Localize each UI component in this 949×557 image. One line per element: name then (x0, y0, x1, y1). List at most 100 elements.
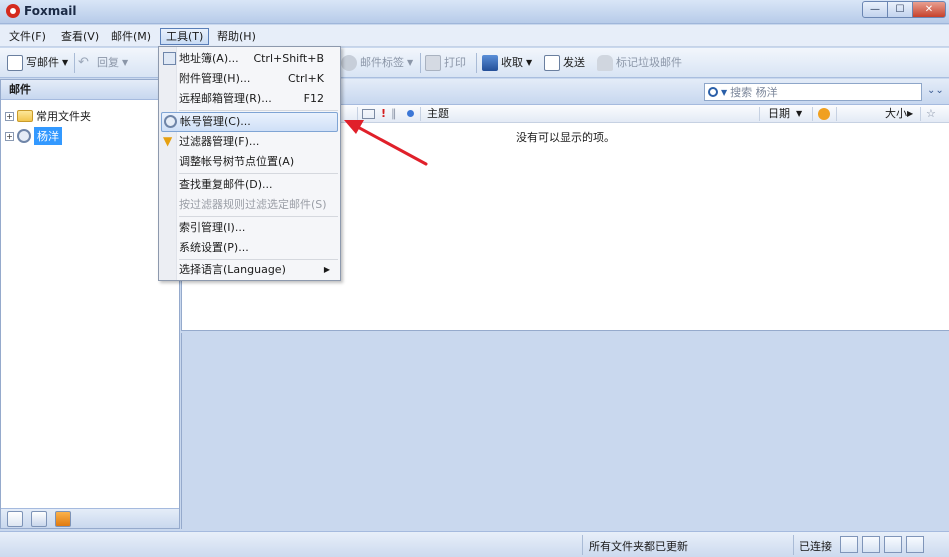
expand-icon[interactable]: + (5, 111, 14, 121)
layout-wide-icon[interactable] (884, 536, 902, 553)
menu-select-language[interactable]: 选择语言(Language) ▶ (161, 260, 338, 280)
menu-item-shortcut: Ctrl+Shift+B (253, 52, 324, 65)
junk-label: 标记垃圾邮件 (616, 56, 682, 69)
menu-item-label: 地址簿(A)... (179, 52, 239, 65)
print-label: 打印 (444, 56, 466, 69)
address-book-icon (163, 52, 176, 65)
tree-item-account[interactable]: + 杨洋 (5, 127, 62, 145)
toolbar-separator (476, 53, 477, 73)
reply-button[interactable]: ↶ 回复 ▼ (78, 54, 128, 72)
menu-item-label: 附件管理(H)... (179, 72, 251, 85)
tools-dropdown-menu: 地址簿(A)... Ctrl+Shift+B 附件管理(H)... Ctrl+K… (158, 46, 341, 281)
menu-help[interactable]: 帮助(H) (212, 28, 261, 45)
tree-item-common-folders[interactable]: + 常用文件夹 (5, 107, 91, 125)
tree-item-label: 常用文件夹 (36, 110, 91, 123)
folder-pane: 邮件 + 常用文件夹 + 杨洋 (0, 79, 180, 529)
tag-button[interactable]: 邮件标签 ▼ (341, 54, 413, 72)
tag-dropdown-icon[interactable]: ▼ (407, 54, 413, 72)
menu-index-manager[interactable]: 索引管理(I)... (161, 218, 338, 238)
account-manager-icon (164, 115, 177, 128)
print-button[interactable]: 打印 (425, 54, 466, 72)
submenu-arrow-icon: ▶ (323, 265, 330, 274)
search-dropdown-icon[interactable]: ▼ (721, 88, 727, 97)
menu-account-manager[interactable]: 帐号管理(C)... (161, 112, 338, 132)
search-icon[interactable] (708, 87, 718, 97)
reply-label: 回复 (97, 56, 119, 69)
size-column-header[interactable]: 大小 (885, 107, 907, 121)
menu-separator (179, 173, 338, 174)
layout-classic-icon[interactable] (840, 536, 858, 553)
send-label: 发送 (563, 56, 585, 69)
annotation-arrow-icon (344, 120, 428, 166)
menu-item-label: 帐号管理(C)... (180, 115, 251, 128)
menu-view[interactable]: 查看(V) (56, 28, 104, 45)
window-title: Foxmail (24, 4, 77, 18)
status-bar: 所有文件夹都已更新 已连接 (0, 531, 949, 557)
layout-list-icon[interactable] (906, 536, 924, 553)
status-message: 所有文件夹都已更新 (589, 540, 688, 553)
junk-button[interactable]: 标记垃圾邮件 (597, 54, 682, 72)
compose-label: 写邮件 (26, 56, 59, 69)
subject-column-header[interactable]: 主题 (427, 107, 449, 121)
menu-item-label: 按过滤器规则过滤选定邮件(S) (179, 198, 327, 211)
toolbar: 写邮件 ▼ ↶ 回复 ▼ 邮件标签 ▼ 打印 收取 ▼ 发送 标记垃圾邮件 (0, 48, 949, 78)
menu-system-settings[interactable]: 系统设置(P)... (161, 238, 338, 258)
search-input[interactable]: ▼ 搜索 杨洋 (704, 83, 922, 101)
account-icon (17, 129, 31, 143)
toolbar-separator (420, 53, 421, 73)
menu-item-label: 选择语言(Language) (179, 263, 286, 276)
printer-icon (425, 55, 441, 71)
connection-status: 已连接 (799, 540, 832, 553)
tag-icon (341, 55, 357, 71)
column-separator (812, 107, 813, 121)
maximize-button[interactable]: ☐ (887, 1, 913, 18)
compose-button[interactable]: 写邮件 ▼ (7, 54, 68, 72)
mail-view-icon[interactable] (7, 511, 23, 527)
menu-item-label: 索引管理(I)... (179, 221, 246, 234)
menu-filter-selected[interactable]: 按过滤器规则过滤选定邮件(S) (161, 195, 338, 215)
date-column-header[interactable]: 日期 (768, 107, 790, 121)
folder-pane-header: 邮件 (1, 80, 179, 100)
menu-file[interactable]: 文件(F) (4, 28, 51, 45)
sort-down-icon[interactable]: ▼ (796, 107, 802, 121)
sort-indicator-icon[interactable]: ▶ (907, 107, 913, 121)
column-separator (920, 107, 921, 121)
layout-columns-icon[interactable] (862, 536, 880, 553)
double-chevron-down-icon[interactable]: ⌄⌄ (927, 85, 944, 96)
folder-pane-footer (1, 508, 179, 528)
minimize-button[interactable]: — (862, 1, 888, 18)
menu-adjust-tree-position[interactable]: 调整帐号树节点位置(A) (161, 152, 338, 172)
filter-icon: ▼ (163, 134, 173, 148)
expand-icon[interactable]: + (5, 131, 14, 141)
receive-dropdown-icon[interactable]: ▼ (526, 54, 532, 72)
menu-find-duplicates[interactable]: 查找重复邮件(D)... (161, 175, 338, 195)
receive-button[interactable]: 收取 ▼ (482, 54, 532, 72)
menu-item-label: 远程邮箱管理(R)... (179, 92, 272, 105)
menu-remote-mailbox[interactable]: 远程邮箱管理(R)... F12 (161, 89, 338, 109)
menu-tools[interactable]: 工具(T) (160, 28, 210, 45)
compose-dropdown-icon[interactable]: ▼ (62, 54, 68, 72)
rss-icon[interactable] (55, 511, 71, 527)
send-icon (544, 55, 560, 71)
menu-item-shortcut: Ctrl+K (287, 72, 324, 85)
flag-column-icon[interactable] (818, 108, 830, 120)
menu-filter-manager[interactable]: ▼ 过滤器管理(F)... (161, 132, 338, 152)
menu-separator (179, 216, 338, 217)
junk-icon (597, 55, 613, 71)
calendar-icon[interactable] (31, 511, 47, 527)
menu-mail[interactable]: 邮件(M) (106, 28, 156, 45)
menu-item-label: 查找重复邮件(D)... (179, 178, 273, 191)
status-separator (582, 535, 583, 555)
star-icon[interactable]: ☆ (926, 107, 936, 121)
menu-separator (179, 110, 338, 111)
menu-address-book[interactable]: 地址簿(A)... Ctrl+Shift+B (161, 49, 338, 69)
send-button[interactable]: 发送 (544, 54, 585, 72)
menu-attachment-manager[interactable]: 附件管理(H)... Ctrl+K (161, 69, 338, 89)
menu-item-shortcut: F12 (303, 92, 324, 105)
folder-icon (17, 110, 33, 122)
close-button[interactable]: ✕ (912, 1, 946, 18)
title-bar: Foxmail — ☐ ✕ (0, 0, 949, 24)
reply-dropdown-icon[interactable]: ▼ (122, 54, 128, 72)
column-separator (836, 107, 837, 121)
tree-item-label: 杨洋 (34, 127, 62, 145)
